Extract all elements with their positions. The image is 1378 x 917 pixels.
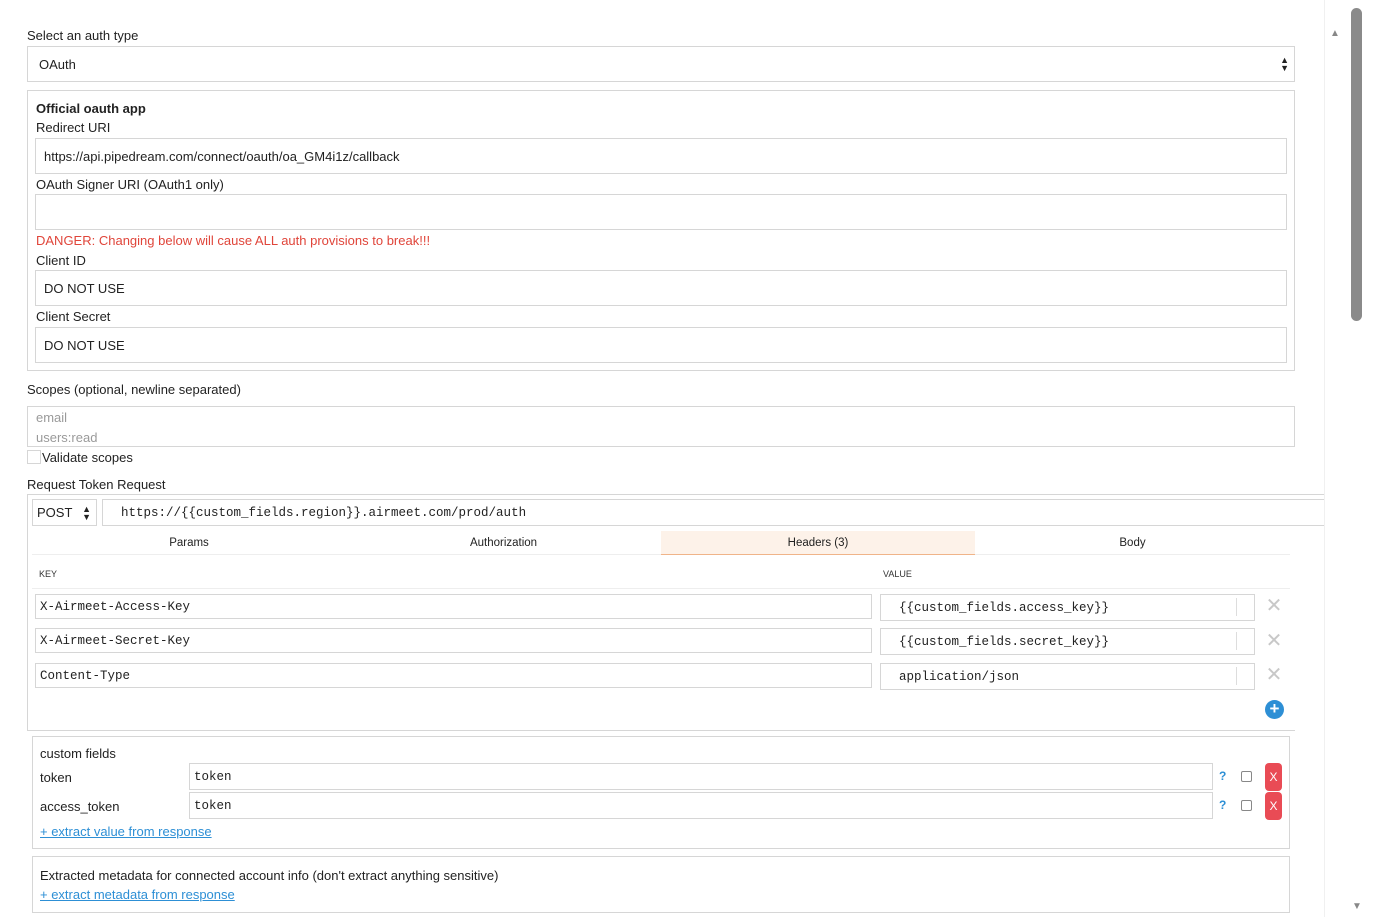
scopes-textarea[interactable]: email users:read	[27, 406, 1295, 447]
auth-type-label: Select an auth type	[27, 28, 139, 43]
auth-type-select[interactable]: OAuth ▲ ▼	[27, 46, 1295, 82]
validate-scopes-label: Validate scopes	[42, 450, 133, 465]
select-arrows-icon: ▲ ▼	[82, 504, 91, 522]
close-icon[interactable]: ✕	[1264, 665, 1284, 685]
request-tabs: Params Authorization Headers (3) Body	[32, 531, 1290, 555]
header-value-field[interactable]: application/json	[880, 663, 1255, 690]
request-url-field[interactable]: https://{{custom_fields.region}}.airmeet…	[102, 499, 1325, 526]
client-id-label: Client ID	[36, 253, 86, 268]
header-divider	[32, 588, 1290, 589]
method-select[interactable]: POST ▲ ▼	[32, 499, 97, 526]
tab-params[interactable]: Params	[32, 531, 346, 554]
value-field-handle	[1236, 598, 1250, 616]
extract-metadata-link[interactable]: + extract metadata from response	[40, 887, 235, 902]
header-key-field[interactable]: Content-Type	[35, 663, 872, 688]
header-value-field[interactable]: {{custom_fields.access_key}}	[880, 594, 1255, 621]
danger-warning: DANGER: Changing below will cause ALL au…	[36, 233, 431, 248]
custom-fields-title: custom fields	[40, 746, 116, 761]
header-value-field[interactable]: {{custom_fields.secret_key}}	[880, 628, 1255, 655]
select-arrows-icon: ▲ ▼	[1280, 55, 1289, 73]
client-secret-field[interactable]: DO NOT USE	[35, 327, 1287, 363]
custom-field-checkbox[interactable]	[1241, 800, 1252, 811]
custom-field-name: access_token	[40, 799, 120, 814]
close-icon[interactable]: ✕	[1264, 596, 1284, 616]
remove-custom-field-button[interactable]: X	[1265, 792, 1282, 820]
custom-field-checkbox[interactable]	[1241, 771, 1252, 782]
header-key-field[interactable]: X-Airmeet-Access-Key	[35, 594, 872, 619]
scopes-placeholder-line: users:read	[36, 430, 98, 445]
scroll-up-icon[interactable]: ▲	[1328, 28, 1342, 40]
request-token-label: Request Token Request	[27, 477, 166, 492]
scopes-placeholder-line: email	[36, 410, 68, 425]
help-icon[interactable]: ?	[1219, 769, 1226, 783]
oauth-app-title: Official oauth app	[36, 101, 146, 116]
content-edge	[1324, 0, 1325, 917]
close-icon[interactable]: ✕	[1264, 631, 1284, 651]
key-column-header: KEY	[39, 569, 58, 579]
scopes-label: Scopes (optional, newline separated)	[27, 382, 241, 397]
auth-type-value: OAuth	[39, 56, 76, 72]
value-field-handle	[1236, 632, 1250, 650]
scrollbar-thumb[interactable]	[1351, 8, 1362, 321]
scroll-down-icon[interactable]: ▼	[1350, 901, 1364, 913]
validate-scopes-checkbox[interactable]	[27, 450, 41, 464]
url-bar-divider	[1294, 494, 1325, 495]
remove-custom-field-button[interactable]: X	[1265, 763, 1282, 791]
client-secret-label: Client Secret	[36, 309, 111, 324]
plus-circle-icon[interactable]: +	[1265, 700, 1284, 719]
redirect-uri-field[interactable]: https://api.pipedream.com/connect/oauth/…	[35, 138, 1287, 174]
metadata-title: Extracted metadata for connected account…	[40, 868, 499, 883]
client-id-field[interactable]: DO NOT USE	[35, 270, 1287, 306]
tab-headers[interactable]: Headers (3)	[661, 531, 975, 555]
header-key-field[interactable]: X-Airmeet-Secret-Key	[35, 628, 872, 653]
value-field-handle	[1236, 667, 1250, 685]
custom-field-value[interactable]: token	[189, 792, 1213, 819]
extract-value-link[interactable]: + extract value from response	[40, 824, 212, 839]
value-column-header: VALUE	[883, 569, 912, 579]
custom-field-name: token	[40, 770, 72, 785]
tab-authorization[interactable]: Authorization	[346, 531, 661, 554]
method-value: POST	[37, 505, 73, 520]
tab-body[interactable]: Body	[975, 531, 1290, 554]
custom-field-value[interactable]: token	[189, 763, 1213, 790]
metadata-panel	[32, 856, 1290, 913]
signer-uri-label: OAuth Signer URI (OAuth1 only)	[36, 177, 224, 192]
redirect-uri-label: Redirect URI	[36, 120, 111, 135]
signer-uri-field[interactable]	[35, 194, 1287, 230]
help-icon[interactable]: ?	[1219, 798, 1226, 812]
